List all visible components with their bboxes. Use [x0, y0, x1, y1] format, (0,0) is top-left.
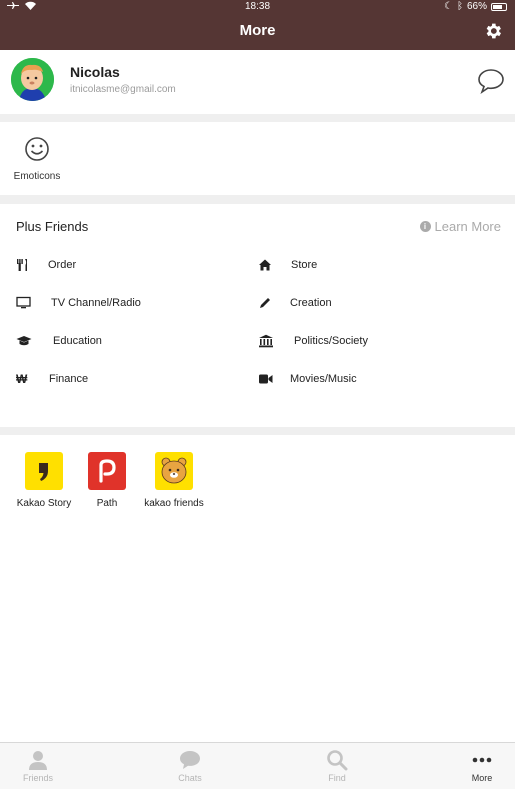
avatar[interactable]	[11, 58, 54, 101]
graduation-cap-icon	[16, 336, 32, 346]
video-camera-icon	[259, 374, 273, 384]
category-label: Movies/Music	[290, 373, 357, 385]
app-kakao-friends[interactable]: kakao friends	[139, 452, 209, 509]
battery-percent: 66%	[466, 1, 487, 12]
kakao-story-icon	[25, 452, 63, 490]
category-label: TV Channel/Radio	[51, 297, 141, 309]
won-icon: ₩	[16, 372, 28, 386]
status-bar: 18:38 ☾ ᛒ 66%	[0, 0, 515, 13]
category-movies-music[interactable]: Movies/Music	[258, 372, 357, 386]
page-title: More	[239, 22, 276, 39]
tab-label: More	[471, 773, 493, 783]
app-path[interactable]: Path	[72, 452, 142, 509]
chat-bubble-icon[interactable]	[477, 68, 505, 94]
status-time: 18:38	[244, 1, 271, 12]
tab-friends[interactable]: Friends	[8, 749, 68, 783]
tab-label: Friends	[22, 773, 53, 783]
category-label: Store	[291, 259, 318, 271]
learn-more-label: Learn More	[434, 219, 501, 234]
app-kakao-story[interactable]: Kakao Story	[9, 452, 79, 509]
category-label: Order	[48, 259, 77, 271]
app-label: Kakao Story	[16, 498, 72, 509]
category-order[interactable]: Order	[16, 258, 76, 272]
category-label: Creation	[290, 297, 332, 309]
gear-icon[interactable]	[483, 21, 503, 41]
battery-icon	[491, 2, 507, 11]
category-tv-channel-radio[interactable]: TV Channel/Radio	[16, 296, 141, 310]
category-finance[interactable]: ₩ Finance	[16, 372, 88, 386]
section-divider	[0, 195, 515, 204]
app-label: kakao friends	[144, 498, 204, 509]
header-bar: 18:38 ☾ ᛒ 66% More	[0, 0, 515, 50]
profile-email: itnicolasme@gmail.com	[70, 84, 176, 95]
cutlery-icon	[17, 259, 27, 271]
category-label: Finance	[49, 373, 89, 385]
category-label: Education	[53, 335, 102, 347]
status-right: ☾ ᛒ 66%	[444, 1, 507, 12]
search-icon	[327, 750, 348, 771]
pencil-icon	[260, 298, 270, 308]
category-label: Politics/Society	[294, 335, 368, 347]
moon-icon: ☾	[444, 1, 453, 12]
profile-row[interactable]: Nicolas itnicolasme@gmail.com	[0, 50, 515, 114]
path-icon	[88, 452, 126, 490]
profile-name: Nicolas	[70, 64, 120, 80]
institution-icon	[259, 334, 273, 348]
avatar-image	[11, 58, 54, 101]
app-label: Path	[96, 498, 118, 509]
tab-chats[interactable]: Chats	[160, 749, 220, 783]
category-education[interactable]: Education	[16, 334, 102, 348]
info-icon: i	[419, 221, 431, 232]
plus-friends-title: Plus Friends	[16, 219, 89, 234]
tab-find[interactable]: Find	[307, 749, 367, 783]
chat-icon	[180, 751, 200, 769]
emoticons-button[interactable]: Emoticons	[9, 136, 65, 182]
home-icon	[259, 259, 271, 271]
section-divider	[0, 427, 515, 435]
emoticons-label: Emoticons	[13, 171, 61, 182]
more-dots-icon	[472, 757, 492, 763]
category-creation[interactable]: Creation	[258, 296, 332, 310]
bluetooth-icon: ᛒ	[456, 1, 463, 12]
tab-label: Find	[328, 773, 346, 783]
section-divider	[0, 114, 515, 122]
smiley-icon	[25, 137, 49, 161]
tab-more[interactable]: More	[452, 749, 512, 783]
person-icon	[29, 751, 47, 770]
category-politics-society[interactable]: Politics/Society	[258, 334, 368, 348]
category-store[interactable]: Store	[258, 258, 317, 272]
learn-more-link[interactable]: i Learn More	[419, 219, 501, 234]
tab-label: Chats	[178, 773, 202, 783]
kakao-friends-icon	[155, 452, 193, 490]
monitor-icon	[16, 296, 31, 309]
tab-bar: Friends Chats Find More	[0, 742, 515, 789]
